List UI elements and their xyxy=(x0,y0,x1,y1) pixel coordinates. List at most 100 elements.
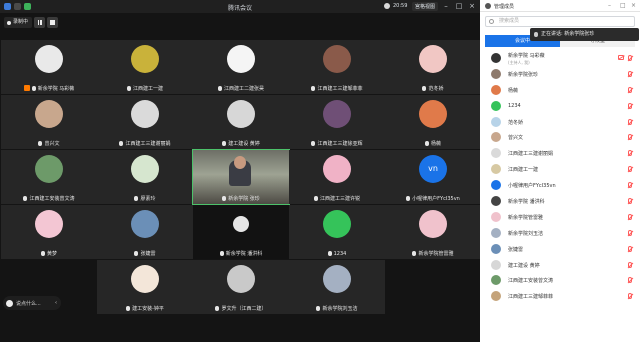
mic-off-icon[interactable] xyxy=(628,182,632,189)
member-row[interactable]: 1234 xyxy=(480,98,640,114)
member-panel-title: 管理成员 xyxy=(494,4,515,10)
recording-bar: 录制中 xyxy=(4,16,59,29)
close-icon[interactable]: × xyxy=(468,2,476,10)
mic-off-icon[interactable] xyxy=(628,213,632,220)
member-row[interactable]: 范冬娇 xyxy=(480,114,640,130)
view-switch-button[interactable]: 宫格视图 xyxy=(412,2,439,11)
participant-tile[interactable]: 廖素玲 xyxy=(97,150,193,204)
member-name: 小喔律用户FYcI35vn xyxy=(508,183,556,190)
participant-name: 建工安装-钟平 xyxy=(97,305,193,312)
member-row[interactable]: 江西建工安装曾文涛 xyxy=(480,272,640,288)
mic-icon xyxy=(412,251,417,256)
member-avatar xyxy=(491,243,501,254)
stop-recording-button[interactable] xyxy=(47,17,59,28)
mic-off-icon[interactable] xyxy=(628,245,632,252)
participant-tile[interactable]: 江西建工三建徐亚辉 xyxy=(289,95,385,149)
avatar xyxy=(35,100,63,128)
participant-tile[interactable]: 江西建工三建邹菲菲 xyxy=(289,40,385,94)
participant-tile[interactable]: 江西建工三建谢丽娟 xyxy=(97,95,193,149)
mic-icon xyxy=(126,86,131,91)
member-row[interactable]: 新余学院刘玉洁 xyxy=(480,225,640,241)
participant-name-text: 廖素玲 xyxy=(140,196,156,202)
participant-tile[interactable]: 张婕雷 xyxy=(97,205,193,259)
chat-input-mini[interactable]: 说点什么... ‹ xyxy=(3,296,61,310)
mic-icon xyxy=(311,86,316,91)
avatar xyxy=(227,45,255,73)
member-row[interactable]: 江西建工一建 xyxy=(480,161,640,177)
participant-tile[interactable]: 建工安装-钟平 xyxy=(97,260,193,314)
avatar xyxy=(131,100,159,128)
participant-name-text: 江西建工三建邹菲菲 xyxy=(317,86,363,92)
mic-icon xyxy=(126,306,131,311)
mic-icon xyxy=(422,86,427,91)
participant-tile[interactable]: 建工建设 黄婷 xyxy=(193,95,289,149)
participant-tile[interactable]: 1234 xyxy=(289,205,385,259)
participant-tile[interactable]: 江西建工二建张昊 xyxy=(193,40,289,94)
member-row[interactable]: 江西建工三建谢丽娟 xyxy=(480,145,640,161)
mic-off-icon[interactable] xyxy=(628,102,632,109)
mic-off-icon[interactable] xyxy=(628,261,632,268)
participant-tile[interactable]: vn 小喔律用户FYcI35vn xyxy=(385,150,481,204)
member-name: 张婕雷 xyxy=(508,246,524,253)
participant-tile[interactable]: 新余学院管雷雅 xyxy=(385,205,481,259)
mic-off-icon[interactable] xyxy=(628,198,632,205)
member-row[interactable]: 曾兴文 xyxy=(480,129,640,145)
maximize-icon[interactable]: □ xyxy=(455,2,463,10)
chevron-left-icon[interactable]: ‹ xyxy=(55,300,57,306)
mic-off-icon[interactable] xyxy=(628,118,632,125)
member-row[interactable]: 张婕雷 xyxy=(480,241,640,257)
mic-icon xyxy=(313,196,318,201)
members-icon xyxy=(485,3,491,9)
mic-off-icon[interactable] xyxy=(628,229,632,236)
avatar xyxy=(131,210,159,238)
participant-name-text: 新余学院 张珍 xyxy=(228,196,260,202)
title-bar: 腾讯会议 20:59 宫格视图 – □ × xyxy=(0,0,480,13)
participant-tile[interactable]: 新余学院 张珍 xyxy=(192,149,290,205)
mic-off-icon[interactable] xyxy=(628,86,632,93)
member-name: 范冬娇 xyxy=(508,119,524,126)
participant-tile[interactable]: 罗文升（江西二建） xyxy=(193,260,289,314)
member-row[interactable]: 小喔律用户FYcI35vn xyxy=(480,177,640,193)
mic-icon xyxy=(219,251,224,256)
minimize-icon[interactable]: – xyxy=(442,2,450,10)
member-row[interactable]: 杨薇 xyxy=(480,82,640,98)
member-row[interactable]: 新余学院张珍 xyxy=(480,66,640,82)
participant-tile[interactable]: 江西建工安装曾文涛 xyxy=(1,150,97,204)
member-name: 新余学院 潘洪科 xyxy=(508,199,545,206)
participant-name: 新余学院管雷雅 xyxy=(385,250,481,257)
participant-name-text: 罗文升（江西二建） xyxy=(221,306,267,312)
mic-icon xyxy=(38,141,43,146)
mic-off-icon[interactable] xyxy=(628,134,632,141)
panel-minimize-icon[interactable]: – xyxy=(608,2,611,9)
mic-off-icon[interactable] xyxy=(628,277,632,284)
member-row[interactable]: 新余学院 潘洪科 xyxy=(480,193,640,209)
member-row[interactable]: 新余学院 马彩薇 (主持人, 我) xyxy=(480,50,640,66)
participant-tile[interactable]: 新余学院 潘洪科 xyxy=(193,205,289,259)
member-row[interactable]: 建工建设 黄婷 xyxy=(480,257,640,273)
mic-off-icon[interactable] xyxy=(628,166,632,173)
pause-recording-button[interactable] xyxy=(34,17,46,28)
panel-close-icon[interactable]: × xyxy=(631,2,636,9)
mic-off-icon[interactable] xyxy=(628,293,632,300)
mic-off-icon[interactable] xyxy=(628,55,632,61)
member-row[interactable]: 新余学院管雷雅 xyxy=(480,209,640,225)
participant-tile[interactable]: 范冬娇 xyxy=(385,40,481,94)
participant-name: 新余学院 张珍 xyxy=(193,195,289,202)
member-panel: 管理成员 – □ × 搜索成员 会议中 等候室 正在讲话: 新余学院张珍 新余学… xyxy=(480,0,640,342)
panel-maximize-icon[interactable]: □ xyxy=(620,2,626,9)
mic-off-icon[interactable] xyxy=(628,150,632,157)
mic-off-icon[interactable] xyxy=(628,70,632,77)
participant-tile[interactable]: 曾兴文 xyxy=(1,95,97,149)
participant-tile[interactable]: 新余学院 马彩薇 xyxy=(1,40,97,94)
participant-tile[interactable]: 新余学院刘玉洁 xyxy=(289,260,385,314)
member-row[interactable]: 江西建工三建邹菲菲 xyxy=(480,288,640,304)
participant-tile[interactable]: 黄梦 xyxy=(1,205,97,259)
participant-tile[interactable]: 杨薇 xyxy=(385,95,481,149)
member-name: 江西建工一建 xyxy=(508,167,539,174)
participant-name-text: 张婕雷 xyxy=(140,251,156,257)
camera-off-icon[interactable] xyxy=(618,55,624,60)
member-avatar xyxy=(491,84,501,95)
member-search-input[interactable]: 搜索成员 xyxy=(485,16,635,27)
participant-tile[interactable]: 江西建工三建许锐 xyxy=(289,150,385,204)
participant-tile[interactable]: 江西建工一建 xyxy=(97,40,193,94)
